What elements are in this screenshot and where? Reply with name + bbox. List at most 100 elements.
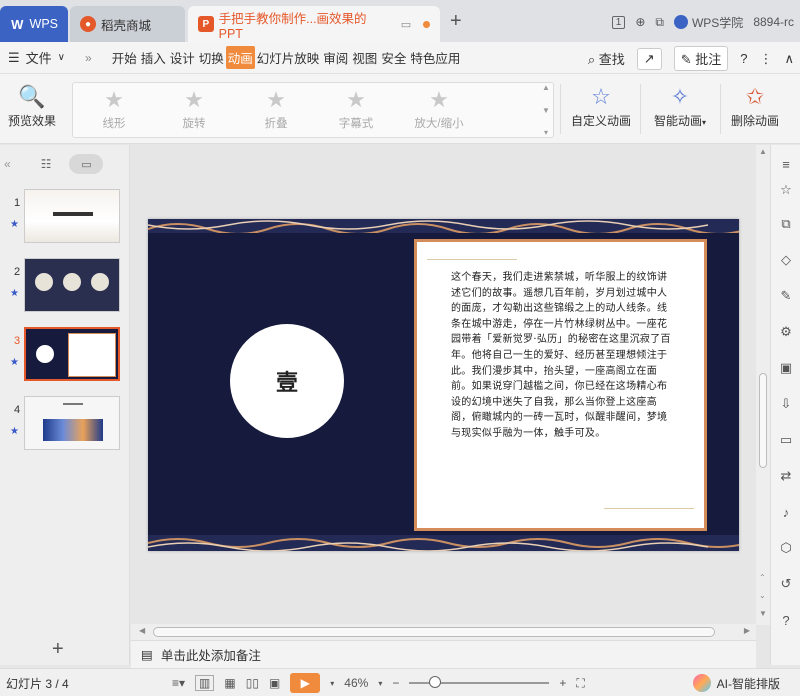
transition-icon[interactable]: ⇄	[777, 467, 795, 485]
story-textbox[interactable]: 这个春天，我们走进紫禁城，听华服上的纹饰讲述它们的故事。遥想几百年前，岁月划过城…	[414, 239, 707, 531]
zoom-level[interactable]: 46%	[344, 676, 368, 690]
download-icon[interactable]: ⇩	[777, 395, 795, 413]
preview-effect-button[interactable]: 🔍 预览效果	[6, 82, 58, 129]
notes-area[interactable]: ▤ 单击此处添加备注	[131, 640, 756, 668]
menu-tab-transition[interactable]: 切换	[197, 46, 226, 69]
reading-view-icon[interactable]: ▯▯	[246, 676, 259, 690]
slide-thumb-row[interactable]: 1 ★	[0, 189, 130, 243]
menu-tab-review[interactable]: 审阅	[321, 46, 350, 69]
slide-canvas[interactable]: 壹 这个春天，我们走进紫禁城，听华服上的纹饰讲述它们的故事。遥想几百年前，岁月划…	[131, 145, 756, 625]
copy-icon[interactable]: ⧉	[777, 215, 795, 233]
gallery-item-rotate[interactable]: ★ 旋转	[159, 85, 229, 131]
help-icon[interactable]: ?	[777, 611, 795, 629]
slide-panel-header: « ☷ ▭	[0, 145, 129, 183]
outline-view-icon[interactable]: ☷	[41, 157, 52, 171]
gallery-item-line[interactable]: ★ 线形	[79, 85, 149, 131]
slide-thumbnail[interactable]	[24, 258, 120, 312]
presenter-view-icon[interactable]: ▣	[269, 676, 280, 690]
thumb-image	[43, 419, 103, 441]
history-icon[interactable]: ↺	[777, 575, 795, 593]
menu-tab-animation[interactable]: 动画	[225, 46, 255, 69]
current-slide[interactable]: 壹 这个春天，我们走进紫禁城，听华服上的纹饰讲述它们的故事。遥想几百年前，岁月划…	[148, 219, 739, 551]
menu-tab-insert[interactable]: 插入	[139, 46, 168, 69]
scroll-up-icon[interactable]: ▲	[759, 147, 767, 156]
gallery-item-zoom[interactable]: ★ 放大/缩小	[401, 85, 477, 131]
thumb-circle	[63, 273, 81, 291]
tab-store[interactable]: ● 稻壳商城	[70, 6, 185, 42]
copy-icon[interactable]: ⧉	[655, 15, 664, 30]
custom-animation-button[interactable]: ☆ 自定义动画	[568, 82, 634, 129]
help-icon[interactable]: ?	[740, 51, 747, 66]
search-button[interactable]: ⌕ 查找	[588, 49, 625, 68]
zoom-slider-knob[interactable]	[428, 676, 441, 688]
zoom-in-icon[interactable]: +	[559, 676, 566, 690]
account-label[interactable]: 8894-rc	[753, 15, 794, 29]
menu-tab-design[interactable]: 设计	[168, 46, 197, 69]
scroll-down-icon[interactable]: ▼	[542, 106, 550, 115]
zoom-out-icon[interactable]: −	[392, 676, 399, 690]
vertical-scrollbar[interactable]: ▲ ⌃ ⌄ ▼	[756, 145, 770, 625]
slide-thumb-row-selected[interactable]: 3 ★	[0, 327, 130, 381]
scroll-up-icon[interactable]: ▲	[542, 83, 550, 92]
shield-icon[interactable]: ⬡	[777, 539, 795, 557]
settings-icon[interactable]: ⚙	[777, 323, 795, 341]
gallery-scroll[interactable]: ▲ ▼ ▾	[541, 83, 551, 137]
slide-thumbnail[interactable]	[24, 189, 120, 243]
audio-icon[interactable]: ♪	[777, 503, 795, 521]
horizontal-scrollbar[interactable]: ◀ ▶	[131, 624, 756, 640]
gallery-item-fold[interactable]: ★ 折叠	[241, 85, 311, 131]
menu-tab-view[interactable]: 视图	[350, 46, 379, 69]
normal-view-icon[interactable]: ▥	[195, 675, 215, 691]
thumbnail-view-toggle[interactable]: ▭	[69, 154, 104, 174]
gallery-expand-icon[interactable]: ▾	[544, 128, 548, 137]
gallery-item-caption[interactable]: ★ 字幕式	[321, 85, 391, 131]
vertical-scroll-thumb[interactable]	[759, 373, 767, 468]
image-icon[interactable]: ▣	[777, 359, 795, 377]
notes-toggle-icon[interactable]: ≡▾	[172, 676, 185, 690]
menu-tab-features[interactable]: 特色应用	[408, 46, 462, 69]
smart-animation-button[interactable]: ✧ 智能动画▾	[648, 82, 712, 129]
slide-thumb-row[interactable]: 2 ★	[0, 258, 130, 312]
prev-slide-icon[interactable]: ⌃	[759, 573, 766, 582]
add-slide-button[interactable]: +	[52, 638, 64, 661]
collapse-panel-icon[interactable]: «	[4, 157, 11, 171]
slide-thumbnail-selected[interactable]	[24, 327, 120, 381]
chevron-down-icon[interactable]: ▾	[378, 679, 382, 688]
chevron-down-icon[interactable]: ▾	[330, 679, 334, 688]
wps-academy-link[interactable]: WPS学院	[673, 14, 743, 31]
scroll-down-icon[interactable]: ▼	[759, 609, 767, 618]
more-menus-icon[interactable]: »	[85, 51, 92, 65]
edit-icon[interactable]: ✎	[777, 287, 795, 305]
zoom-slider[interactable]	[409, 676, 550, 688]
tab-wps[interactable]: W WPS	[0, 6, 68, 42]
slide-thumbnail[interactable]	[24, 396, 120, 450]
menu-tab-home[interactable]: 开始	[110, 46, 139, 69]
tab-document[interactable]: P 手把手教你制作...画效果的PPT ▭	[188, 6, 440, 42]
archive-icon[interactable]: ▭	[777, 431, 795, 449]
menu-tab-security[interactable]: 安全	[379, 46, 408, 69]
next-slide-icon[interactable]: ⌄	[759, 591, 766, 600]
shapes-icon[interactable]: ◇	[777, 251, 795, 269]
file-menu[interactable]: ☰ 文件 ∨	[0, 48, 73, 67]
fit-window-icon[interactable]: ⛶	[576, 676, 584, 691]
more-icon[interactable]: ⋮	[759, 51, 772, 67]
page-count-badge[interactable]: 1	[611, 15, 626, 29]
new-tab-button[interactable]: +	[450, 10, 462, 33]
slide-sorter-icon[interactable]: ▦	[224, 676, 235, 690]
comment-button[interactable]: ✎ 批注	[673, 46, 729, 71]
monitor-icon[interactable]: ▭	[401, 18, 411, 31]
collapse-icon[interactable]: ∧	[784, 51, 794, 67]
section-circle[interactable]: 壹	[230, 324, 344, 438]
slide-thumb-row[interactable]: 4 ★	[0, 396, 130, 450]
menu-tab-slideshow[interactable]: 幻灯片放映	[255, 46, 322, 69]
horizontal-scroll-thumb[interactable]	[153, 627, 715, 637]
share-button[interactable]: ↗	[636, 47, 662, 70]
share-icon[interactable]: ⊕	[635, 15, 645, 29]
scroll-right-icon[interactable]: ▶	[744, 626, 750, 635]
hamburger-icon[interactable]: ≡	[777, 155, 795, 173]
play-slideshow-button[interactable]: ▶	[290, 673, 321, 693]
delete-animation-button[interactable]: ✩ 删除动画	[728, 82, 782, 129]
scroll-left-icon[interactable]: ◀	[139, 626, 145, 635]
ai-layout-button[interactable]: AI-智能排版	[692, 674, 780, 692]
animation-pane-icon[interactable]: ☆	[777, 181, 795, 199]
